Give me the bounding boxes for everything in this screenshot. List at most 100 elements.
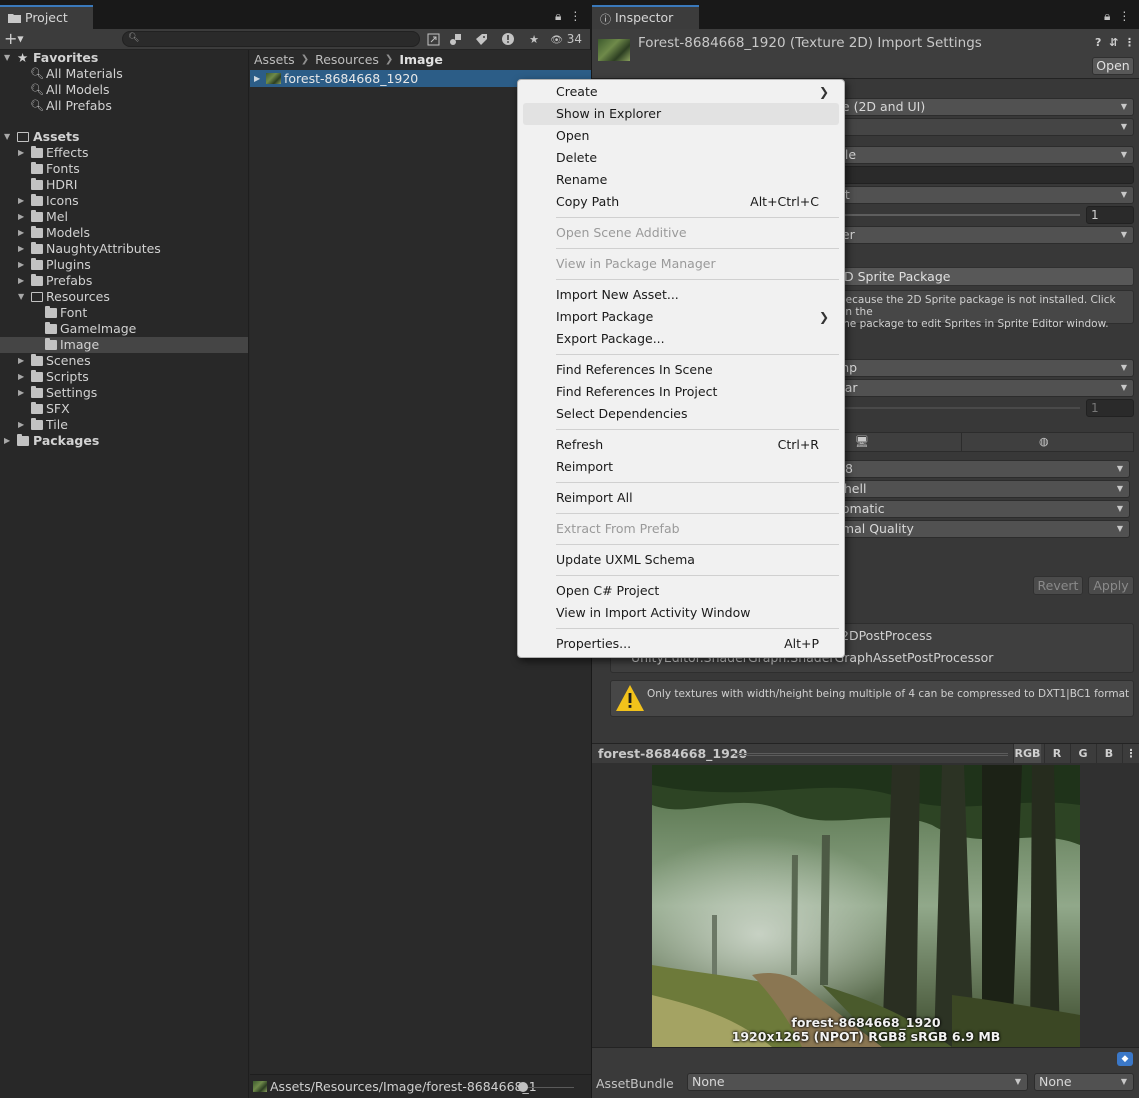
icon-size-slider-track[interactable]	[522, 1087, 574, 1088]
sprite-mode-dropdown[interactable]: gle	[832, 146, 1134, 164]
max-size-dropdown[interactable]: 48	[832, 460, 1130, 478]
menu-item-reimport[interactable]: Reimport	[523, 456, 839, 478]
breadcrumb-item[interactable]: Resources	[315, 52, 379, 67]
revert-button[interactable]: Revert	[1033, 576, 1083, 595]
tree-item-packages[interactable]: ▶ Packages	[0, 433, 248, 449]
expand-arrow-icon[interactable]: ▼	[4, 50, 14, 66]
tree-item-all-models[interactable]: 🔍︎ All Models	[0, 82, 248, 98]
expand-arrow-icon[interactable]: ▶	[18, 209, 28, 225]
apply-button[interactable]: Apply	[1088, 576, 1134, 595]
texture-shape-dropdown[interactable]	[832, 118, 1134, 136]
tag-label-icon[interactable]: ◆	[1117, 1052, 1133, 1066]
tree-item-folder[interactable]: ▶ Tile	[0, 417, 248, 433]
kebab-menu-icon[interactable]: ⋮	[569, 9, 581, 24]
pivot-dropdown[interactable]: ter	[832, 226, 1134, 244]
menu-item-view-in-import-activity[interactable]: View in Import Activity Window	[523, 602, 839, 624]
kebab-menu-icon[interactable]: ⋮	[1118, 9, 1130, 24]
expand-arrow-icon[interactable]: ▶	[18, 273, 28, 289]
menu-item-update-uxml-schema[interactable]: Update UXML Schema	[523, 549, 839, 571]
tree-item-folder[interactable]: Font	[0, 305, 248, 321]
aniso-slider[interactable]	[832, 407, 1080, 409]
tab-inspector[interactable]: ⓘ Inspector	[592, 5, 699, 29]
asset-bundle-dropdown[interactable]: None	[687, 1073, 1028, 1091]
tree-item-all-prefabs[interactable]: 🔍︎ All Prefabs	[0, 98, 248, 114]
tree-item-folder[interactable]: ▶ Effects	[0, 145, 248, 161]
menu-item-rename[interactable]: Rename	[523, 169, 839, 191]
preset-icon[interactable]: ⇵	[1109, 36, 1118, 49]
expand-arrow-icon[interactable]: ▶	[18, 145, 28, 161]
mesh-type-dropdown[interactable]: nt	[832, 186, 1134, 204]
menu-item-import-new-asset[interactable]: Import New Asset...	[523, 284, 839, 306]
breadcrumb-current[interactable]: Image	[399, 52, 443, 67]
menu-item-properties[interactable]: Properties... Alt+P	[523, 633, 839, 655]
create-button[interactable]: +▼	[4, 30, 24, 49]
tab-default-monitor-icon[interactable]: 🖥︎	[855, 435, 869, 448]
tree-item-folder[interactable]: ▶ Settings	[0, 385, 248, 401]
icon-size-slider-handle[interactable]	[518, 1082, 528, 1092]
tree-item-folder[interactable]: ▶ NaughtyAttributes	[0, 241, 248, 257]
favorite-star-icon[interactable]: ★	[525, 30, 543, 48]
expand-arrow-icon[interactable]: ▶	[18, 225, 28, 241]
tree-item-assets[interactable]: ▼ Assets	[0, 129, 248, 145]
channel-g-button[interactable]: G	[1070, 744, 1095, 764]
menu-item-find-references-in-project[interactable]: Find References In Project	[523, 381, 839, 403]
tree-item-folder[interactable]: ▶ Plugins	[0, 257, 248, 273]
format-dropdown[interactable]: tomatic	[832, 500, 1130, 518]
expand-arrow-icon[interactable]: ▼	[4, 129, 14, 145]
tree-item-favorites[interactable]: ▼ ★ Favorites	[0, 50, 248, 66]
expand-arrow-icon[interactable]: ▶	[18, 369, 28, 385]
tree-item-folder[interactable]: Fonts	[0, 161, 248, 177]
tree-item-folder[interactable]: ▶ Prefabs	[0, 273, 248, 289]
tree-item-folder[interactable]: ▶ Models	[0, 225, 248, 241]
filter-mode-dropdown[interactable]: ear	[832, 379, 1134, 397]
breadcrumb-item[interactable]: Assets	[254, 52, 295, 67]
menu-item-delete[interactable]: Delete	[523, 147, 839, 169]
channel-rgb-button[interactable]: RGB	[1013, 744, 1041, 764]
compression-dropdown[interactable]: rmal Quality	[832, 520, 1130, 538]
install-sprite-package-button[interactable]: D Sprite Package	[832, 267, 1134, 286]
filter-by-label-icon[interactable]	[472, 30, 490, 48]
hidden-packages-toggle[interactable]: 👁︎ 34	[550, 32, 582, 46]
menu-item-find-references-in-scene[interactable]: Find References In Scene	[523, 359, 839, 381]
tree-item-folder[interactable]: GameImage	[0, 321, 248, 337]
menu-item-show-in-explorer[interactable]: Show in Explorer	[523, 103, 839, 125]
menu-item-create[interactable]: Create ❯	[523, 81, 839, 103]
tab-project[interactable]: Project	[0, 5, 93, 29]
lock-icon[interactable]: 🔒︎	[555, 9, 561, 24]
tree-item-folder[interactable]: SFX	[0, 401, 248, 417]
expand-arrow-icon[interactable]: ▶	[254, 70, 260, 87]
kebab-menu-icon[interactable]: ⋮	[1122, 744, 1139, 764]
texture-type-dropdown[interactable]: te (2D and UI)	[832, 98, 1134, 116]
menu-item-select-dependencies[interactable]: Select Dependencies	[523, 403, 839, 425]
menu-item-open[interactable]: Open	[523, 125, 839, 147]
menu-item-import-package[interactable]: Import Package ❯	[523, 306, 839, 328]
tree-item-folder[interactable]: HDRI	[0, 177, 248, 193]
tree-item-all-materials[interactable]: 🔍︎ All Materials	[0, 66, 248, 82]
kebab-menu-icon[interactable]: ⋮	[1124, 36, 1135, 49]
wrap-mode-dropdown[interactable]: mp	[832, 359, 1134, 377]
tab-webgl-globe-icon[interactable]: ◍	[1039, 435, 1049, 448]
tree-item-folder[interactable]: ▼ Resources	[0, 289, 248, 305]
menu-item-reimport-all[interactable]: Reimport All	[523, 487, 839, 509]
expand-arrow-icon[interactable]: ▼	[18, 289, 28, 305]
expand-arrow-icon[interactable]: ▶	[18, 417, 28, 433]
channel-r-button[interactable]: R	[1044, 744, 1069, 764]
channel-b-button[interactable]: B	[1096, 744, 1121, 764]
tree-item-folder[interactable]: ▶ Mel	[0, 209, 248, 225]
expand-arrow-icon[interactable]: ▶	[18, 385, 28, 401]
expand-arrow-icon[interactable]: ▶	[18, 257, 28, 273]
menu-item-refresh[interactable]: Refresh Ctrl+R	[523, 434, 839, 456]
search-input[interactable]: 🔍︎	[122, 31, 420, 47]
extrude-field[interactable]: 1	[1086, 206, 1134, 224]
expand-arrow-icon[interactable]: ▶	[18, 241, 28, 257]
help-icon[interactable]: ?	[1095, 36, 1101, 49]
expand-arrow-icon[interactable]: ▶	[18, 193, 28, 209]
menu-item-copy-path[interactable]: Copy Path Alt+Ctrl+C	[523, 191, 839, 213]
expand-arrow-icon[interactable]: ▶	[18, 353, 28, 369]
asset-bundle-variant-dropdown[interactable]: None	[1034, 1073, 1134, 1091]
menu-item-open-csharp-project[interactable]: Open C# Project	[523, 580, 839, 602]
resize-algorithm-dropdown[interactable]: chell	[832, 480, 1130, 498]
aniso-field[interactable]: 1	[1086, 399, 1134, 417]
extrude-slider[interactable]	[832, 214, 1080, 216]
preview-drag-handle[interactable]	[734, 753, 1008, 756]
